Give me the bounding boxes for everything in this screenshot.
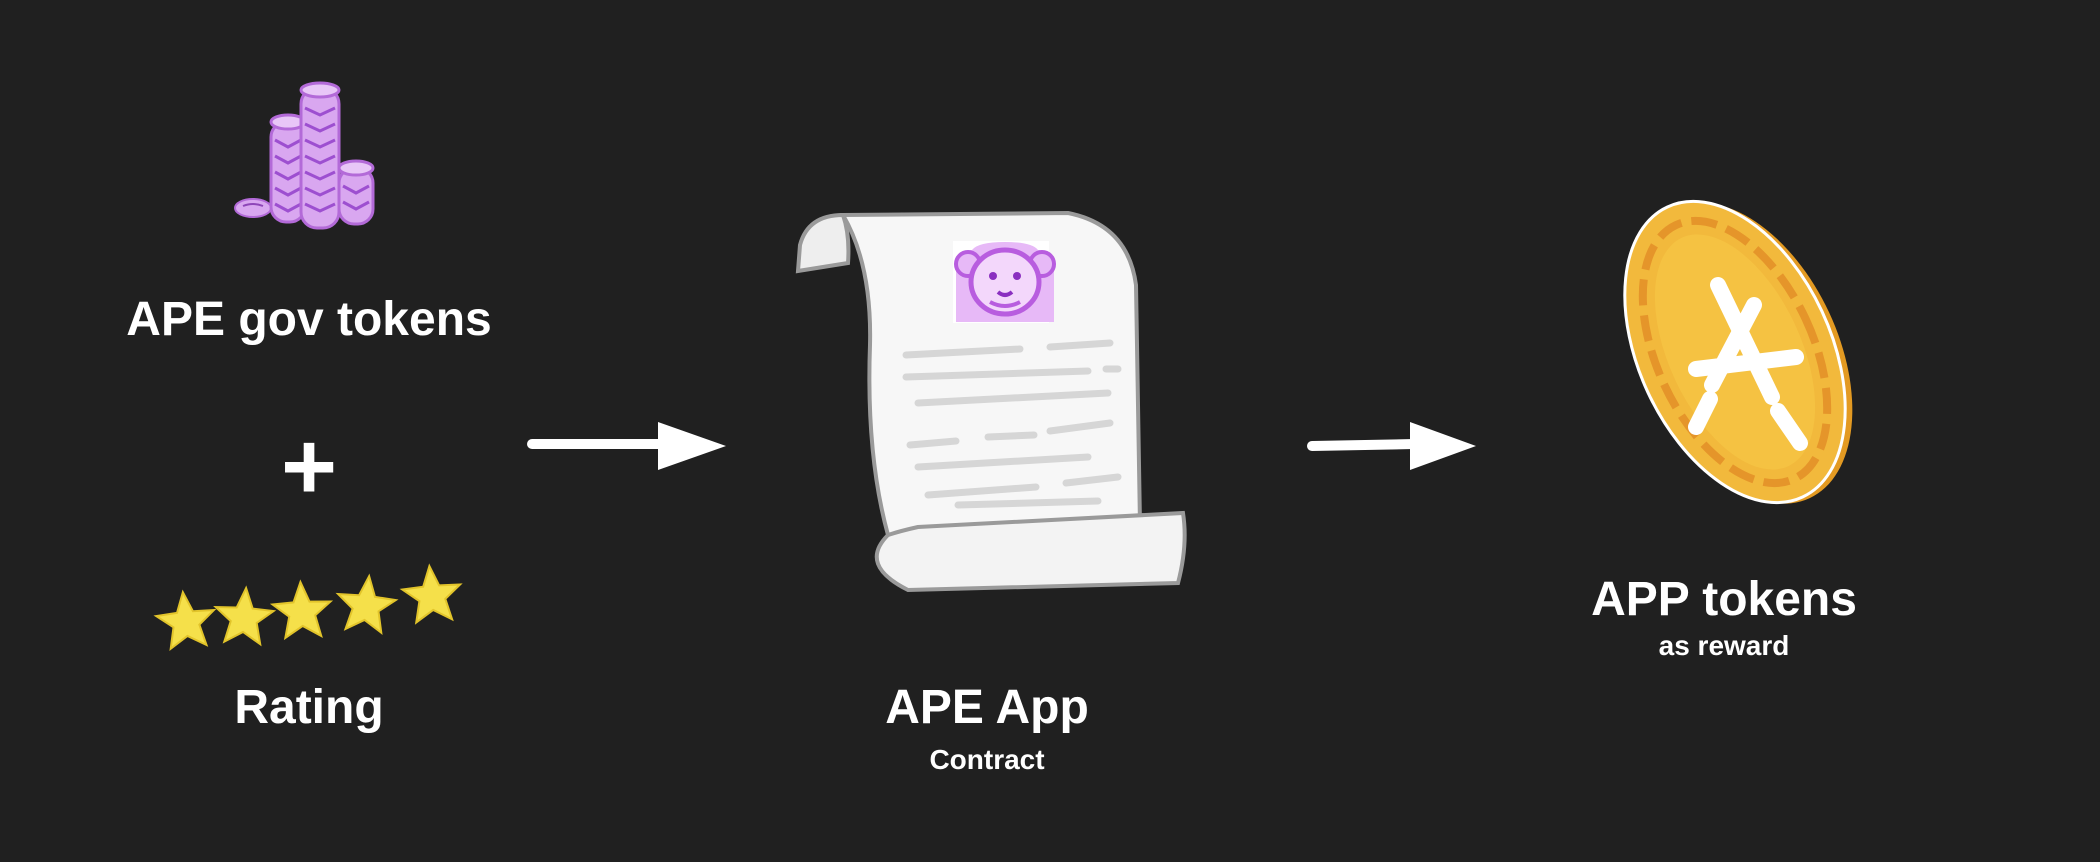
app-label: APE App — [885, 681, 1089, 734]
coin-stack-icon — [225, 80, 395, 240]
app-sublabel: Contract — [929, 744, 1045, 775]
stars-icon — [150, 560, 470, 660]
arrow-right-icon — [1307, 418, 1480, 474]
plus-sign: + — [280, 413, 338, 520]
ape-face-icon — [950, 240, 1060, 330]
gold-coin-icon — [1600, 185, 1870, 520]
rating-label: Rating — [234, 681, 384, 734]
tokens-label: APP tokens — [1591, 573, 1857, 626]
tokens-sublabel: as reward — [1658, 630, 1790, 661]
gov-tokens-label: APE gov tokens — [126, 293, 492, 346]
arrow-right-icon — [527, 418, 730, 474]
